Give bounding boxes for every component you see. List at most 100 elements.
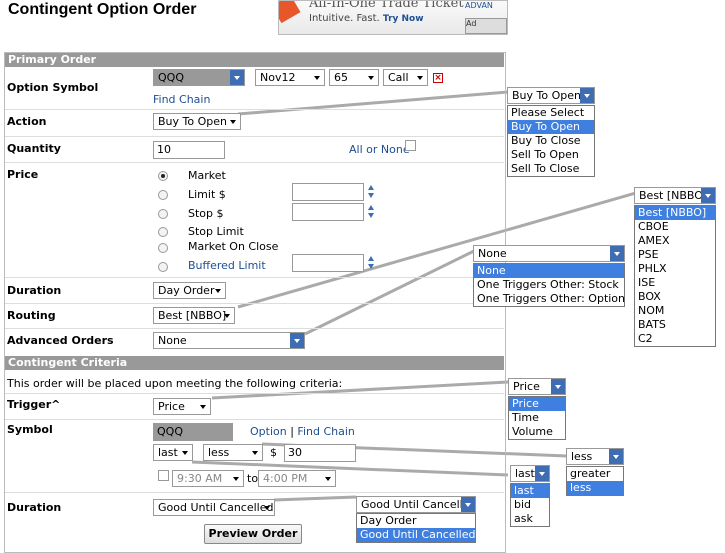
- price-radio-market-on-close[interactable]: [158, 243, 168, 253]
- page-title: Contingent Option Order: [8, 1, 197, 18]
- ad-banner[interactable]: All-In-One Trade Ticket Intuitive. Fast.…: [278, 0, 508, 35]
- banner-cta[interactable]: Try Now: [383, 14, 424, 24]
- callout-duration-select[interactable]: Good Until Cancelled: [356, 496, 476, 513]
- call-put-select[interactable]: Call: [383, 69, 428, 86]
- list-item[interactable]: None: [474, 264, 624, 278]
- price-radio-limit[interactable]: [158, 190, 168, 200]
- dropdown-arrow-icon: [701, 188, 715, 203]
- label-duration: Duration: [7, 284, 62, 297]
- routing-select[interactable]: Best [NBBO]: [153, 307, 235, 324]
- list-item[interactable]: AMEX: [635, 234, 715, 248]
- list-item[interactable]: One Triggers Other: Stock: [474, 278, 624, 292]
- list-item[interactable]: BATS: [635, 318, 715, 332]
- label-trigger: Trigger^: [7, 398, 61, 411]
- list-item[interactable]: Buy To Close: [508, 134, 594, 148]
- callout-field-list: last bid ask: [510, 483, 550, 527]
- price-radio-buffered-limit[interactable]: [158, 262, 168, 272]
- trigger-select[interactable]: Price: [153, 398, 211, 415]
- find-chain-link[interactable]: Find Chain: [297, 425, 354, 438]
- list-item[interactable]: Sell To Open: [508, 148, 594, 162]
- limit-price-input[interactable]: [292, 183, 364, 201]
- list-item[interactable]: One Triggers Other: Option: [474, 292, 625, 306]
- banner-tagline: Intuitive. Fast. Try Now: [309, 13, 424, 24]
- list-item[interactable]: Best [NBBO]: [635, 206, 715, 220]
- list-item[interactable]: PSE: [635, 248, 715, 262]
- label-price: Price: [7, 168, 39, 181]
- list-item[interactable]: last: [511, 484, 549, 498]
- list-item[interactable]: Time: [509, 411, 565, 425]
- price-radio-stop[interactable]: [158, 209, 168, 219]
- callout-trigger-value: Price: [513, 380, 540, 393]
- list-item[interactable]: Price: [509, 397, 565, 411]
- buffered-limit-input[interactable]: [292, 254, 364, 272]
- price-field-value: last: [158, 446, 178, 459]
- contingent-duration-select[interactable]: Good Until Cancelled: [153, 499, 275, 516]
- list-item[interactable]: Please Select: [508, 106, 594, 120]
- list-item[interactable]: CBOE: [635, 220, 715, 234]
- currency-label: $: [270, 446, 277, 459]
- list-item[interactable]: Good Until Cancelled: [357, 528, 475, 542]
- time-window-checkbox[interactable]: [158, 470, 169, 481]
- list-item[interactable]: less: [567, 481, 623, 495]
- operator-select[interactable]: less: [203, 444, 263, 461]
- routing-value: Best [NBBO]: [158, 309, 227, 322]
- price-option-label: Market On Close: [188, 240, 279, 253]
- callout-trigger-select[interactable]: Price: [508, 378, 566, 395]
- remove-icon[interactable]: ×: [433, 73, 443, 83]
- list-item[interactable]: bid: [511, 498, 549, 512]
- action-value: Buy To Open: [158, 115, 227, 128]
- callout-routing-select[interactable]: Best [NBBO]: [634, 187, 716, 204]
- find-chain-link[interactable]: Find Chain: [153, 93, 210, 106]
- stepper-icon[interactable]: [368, 256, 375, 270]
- divider: [5, 393, 504, 394]
- chevron-down-icon: [368, 76, 374, 80]
- chevron-down-icon: [264, 506, 270, 510]
- list-item[interactable]: greater: [567, 467, 623, 481]
- callout-field-select[interactable]: last: [510, 465, 550, 482]
- action-select[interactable]: Buy To Open: [153, 113, 241, 130]
- option-symbol-value: QQQ: [158, 71, 184, 84]
- price-field-select[interactable]: last: [153, 444, 193, 461]
- callout-field-value: last: [515, 467, 535, 480]
- list-item[interactable]: Buy To Open: [508, 120, 594, 134]
- quantity-input[interactable]: 10: [153, 141, 225, 159]
- time-to-select[interactable]: 4:00 PM: [258, 470, 336, 487]
- divider: [5, 419, 504, 420]
- list-item[interactable]: BOX: [635, 290, 715, 304]
- callout-operator-select[interactable]: less: [566, 448, 624, 465]
- price-radio-stop-limit[interactable]: [158, 227, 168, 237]
- preview-order-button[interactable]: Preview Order: [204, 524, 302, 544]
- list-item[interactable]: ask: [511, 512, 549, 526]
- trigger-value-input[interactable]: 30: [284, 444, 356, 462]
- chevron-down-icon: [325, 477, 331, 481]
- callout-advanced-select[interactable]: None: [473, 245, 625, 262]
- list-item[interactable]: PHLX: [635, 262, 715, 276]
- dropdown-arrow-icon: [609, 449, 623, 464]
- time-to-label: to: [247, 472, 259, 485]
- list-item[interactable]: Volume: [509, 425, 565, 439]
- time-from-select[interactable]: 9:30 AM: [172, 470, 244, 487]
- buffered-limit-link[interactable]: Buffered Limit: [188, 259, 266, 272]
- option-link[interactable]: Option: [250, 425, 287, 438]
- label-symbol: Symbol: [7, 423, 53, 436]
- strike-select[interactable]: 65: [329, 69, 379, 86]
- stepper-icon[interactable]: [368, 205, 375, 219]
- list-item[interactable]: Day Order: [357, 514, 475, 528]
- expiry-select[interactable]: Nov12: [255, 69, 325, 86]
- callout-action-select[interactable]: Buy To Open: [507, 87, 595, 104]
- stepper-icon[interactable]: [368, 185, 375, 199]
- list-item[interactable]: ISE: [635, 276, 715, 290]
- contingent-symbol-input[interactable]: QQQ: [153, 423, 233, 441]
- option-symbol-select[interactable]: QQQ: [153, 69, 245, 86]
- stop-price-input[interactable]: [292, 203, 364, 221]
- list-item[interactable]: C2: [635, 332, 715, 346]
- advanced-orders-select[interactable]: None: [153, 332, 305, 349]
- divider: [5, 162, 504, 163]
- list-item[interactable]: NOM: [635, 304, 715, 318]
- all-or-none-checkbox[interactable]: [405, 140, 416, 151]
- contingent-note: This order will be placed upon meeting t…: [7, 377, 343, 390]
- price-radio-market[interactable]: [158, 171, 168, 181]
- duration-select[interactable]: Day Order: [153, 282, 226, 299]
- list-item[interactable]: Sell To Close: [508, 162, 594, 176]
- banner-ad-button[interactable]: Ad: [465, 18, 507, 34]
